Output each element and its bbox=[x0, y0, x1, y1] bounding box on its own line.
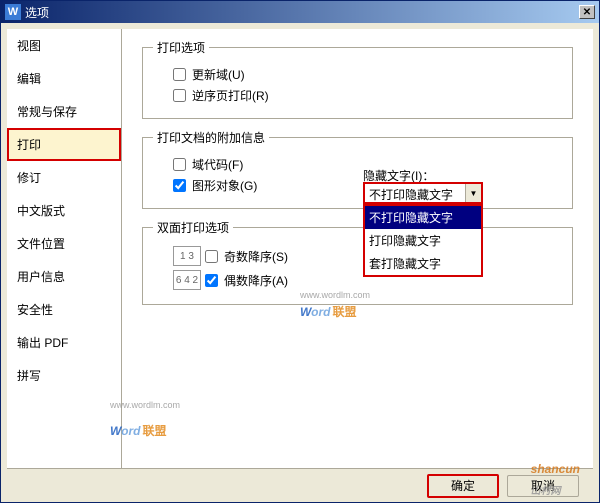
sidebar-item-print[interactable]: 打印 bbox=[7, 128, 121, 161]
sidebar-item-view[interactable]: 视图 bbox=[7, 29, 121, 62]
dialog-body: 视图 编辑 常规与保存 打印 修订 中文版式 文件位置 用户信息 安全性 输出 … bbox=[7, 29, 593, 468]
hidden-text-combo[interactable]: 不打印隐藏文字 ▼ bbox=[363, 182, 483, 204]
label-reverse-pages: 逆序页打印(R) bbox=[192, 87, 269, 104]
sidebar-item-chinese-layout[interactable]: 中文版式 bbox=[7, 194, 121, 227]
checkbox-reverse-pages[interactable] bbox=[173, 89, 186, 102]
sidebar-item-file-locations[interactable]: 文件位置 bbox=[7, 227, 121, 260]
sidebar-item-user-info[interactable]: 用户信息 bbox=[7, 260, 121, 293]
titlebar: W 选项 ✕ bbox=[1, 1, 599, 23]
chevron-down-icon[interactable]: ▼ bbox=[465, 184, 481, 202]
dropdown-item-2[interactable]: 套打隐藏文字 bbox=[365, 252, 481, 275]
legend-print-options: 打印选项 bbox=[153, 39, 209, 56]
label-graphics: 图形对象(G) bbox=[192, 177, 257, 194]
sidebar: 视图 编辑 常规与保存 打印 修订 中文版式 文件位置 用户信息 安全性 输出 … bbox=[7, 29, 122, 468]
hidden-text-dropdown: 不打印隐藏文字 打印隐藏文字 套打隐藏文字 bbox=[363, 204, 483, 277]
label-hidden-text: 隐藏文字(I)： bbox=[363, 167, 434, 184]
label-field-codes: 域代码(F) bbox=[192, 156, 243, 173]
sidebar-item-security[interactable]: 安全性 bbox=[7, 293, 121, 326]
ok-button[interactable]: 确定 bbox=[427, 474, 499, 498]
sidebar-item-revisions[interactable]: 修订 bbox=[7, 161, 121, 194]
cancel-button[interactable]: 取消 bbox=[507, 475, 579, 497]
legend-additional-info: 打印文档的附加信息 bbox=[153, 129, 269, 146]
group-duplex: 双面打印选项 1 3 奇数降序(S) 6 4 2 偶数降序(A) bbox=[142, 219, 573, 305]
checkbox-field-codes[interactable] bbox=[173, 158, 186, 171]
app-icon: W bbox=[5, 4, 21, 20]
hidden-text-selected: 不打印隐藏文字 bbox=[365, 184, 465, 202]
sidebar-item-edit[interactable]: 编辑 bbox=[7, 62, 121, 95]
sidebar-item-output-pdf[interactable]: 输出 PDF bbox=[7, 326, 121, 359]
content-panel: 打印选项 更新域(U) 逆序页打印(R) 打印文档的附加信息 域代码(F) 隐藏… bbox=[122, 29, 593, 468]
close-button[interactable]: ✕ bbox=[579, 5, 595, 19]
options-dialog: W 选项 ✕ 视图 编辑 常规与保存 打印 修订 中文版式 文件位置 用户信息 … bbox=[0, 0, 600, 503]
label-odd-reverse: 奇数降序(S) bbox=[224, 248, 288, 265]
label-even-reverse: 偶数降序(A) bbox=[224, 272, 288, 289]
checkbox-even-reverse[interactable] bbox=[205, 274, 218, 287]
dropdown-item-0[interactable]: 不打印隐藏文字 bbox=[365, 206, 481, 229]
group-print-options: 打印选项 更新域(U) 逆序页打印(R) bbox=[142, 39, 573, 119]
legend-duplex: 双面打印选项 bbox=[153, 219, 233, 236]
odd-reverse-icon: 1 3 bbox=[173, 246, 201, 266]
dialog-title: 选项 bbox=[25, 4, 579, 21]
button-bar: 确定 取消 bbox=[7, 468, 593, 502]
group-additional-info: 打印文档的附加信息 域代码(F) 隐藏文字(I)： 图形对象(G) 不打印隐藏文… bbox=[142, 129, 573, 209]
label-update-fields: 更新域(U) bbox=[192, 66, 245, 83]
sidebar-item-general-save[interactable]: 常规与保存 bbox=[7, 95, 121, 128]
hidden-text-combo-wrap: 不打印隐藏文字 ▼ 不打印隐藏文字 打印隐藏文字 套打隐藏文字 bbox=[363, 182, 483, 204]
checkbox-graphics[interactable] bbox=[173, 179, 186, 192]
dropdown-item-1[interactable]: 打印隐藏文字 bbox=[365, 229, 481, 252]
sidebar-item-spelling[interactable]: 拼写 bbox=[7, 359, 121, 392]
checkbox-odd-reverse[interactable] bbox=[205, 250, 218, 263]
even-reverse-icon: 6 4 2 bbox=[173, 270, 201, 290]
checkbox-update-fields[interactable] bbox=[173, 68, 186, 81]
